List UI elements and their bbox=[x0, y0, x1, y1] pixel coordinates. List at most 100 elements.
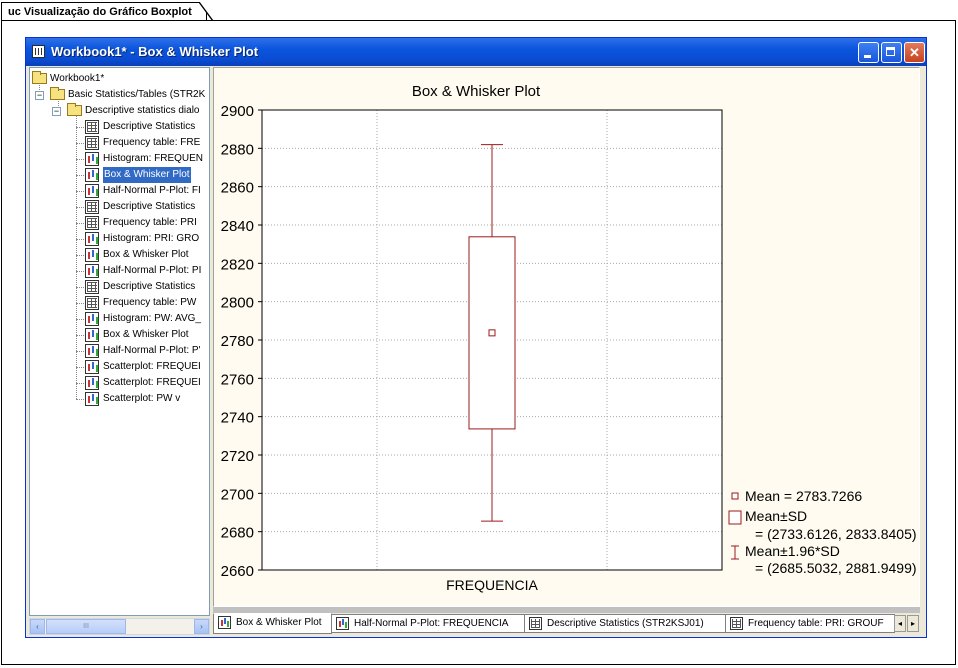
tree-item-label: Box & Whisker Plot bbox=[103, 249, 189, 260]
y-tick-label: 2860 bbox=[221, 180, 254, 197]
document-tab[interactable]: Box & Whisker Plot bbox=[213, 613, 332, 634]
tree-line bbox=[76, 223, 84, 224]
legend-sd-label: Mean±SD bbox=[745, 508, 807, 524]
tree-item[interactable]: Histogram: PRI: GRO bbox=[30, 231, 209, 247]
scroll-thumb[interactable]: III bbox=[46, 619, 126, 634]
y-tick-label: 2660 bbox=[221, 563, 254, 580]
tree-item[interactable]: Histogram: FREQUEN bbox=[30, 151, 209, 167]
grip-icon: III bbox=[83, 623, 89, 630]
tree-item-label: Box & Whisker Plot bbox=[103, 329, 189, 340]
tree-item-label: Descriptive statistics dialo bbox=[85, 105, 200, 116]
chevron-right-icon: › bbox=[200, 622, 203, 631]
workbook-window[interactable]: Workbook1* - Box & Whisker Plot ✕ Workbo… bbox=[25, 37, 927, 638]
tree-line bbox=[76, 191, 84, 192]
tree-item-label: Scatterplot: FREQUEI bbox=[103, 361, 201, 372]
tree-item[interactable]: Half-Normal P-Plot: FI bbox=[30, 183, 209, 199]
tree-item-label: Descriptive Statistics bbox=[103, 281, 196, 292]
tree-item[interactable]: Descriptive Statistics bbox=[30, 199, 209, 215]
tree-item[interactable]: Scatterplot: PW v bbox=[30, 391, 209, 407]
collapse-icon[interactable]: − bbox=[52, 107, 61, 116]
tree-item-label: Histogram: PW: AVG_ bbox=[103, 313, 201, 324]
tree-item[interactable]: Scatterplot: FREQUEI bbox=[30, 359, 209, 375]
table-icon bbox=[85, 136, 99, 150]
legend-mean-label: Mean = 2783.7266 bbox=[745, 488, 862, 504]
tree-item[interactable]: Histogram: PW: AVG_ bbox=[30, 311, 209, 327]
title-bar[interactable]: Workbook1* - Box & Whisker Plot ✕ bbox=[26, 38, 926, 66]
document-tab-label: Frequency table: PRI: GROUF bbox=[748, 618, 884, 629]
mean-marker bbox=[488, 329, 496, 337]
tree-item[interactable]: Descriptive Statistics bbox=[30, 279, 209, 295]
y-tick-label: 2680 bbox=[221, 525, 254, 542]
scroll-left-button[interactable]: ‹ bbox=[30, 619, 45, 634]
folder-icon bbox=[50, 87, 65, 100]
tree-item[interactable]: − Descriptive statistics dialo bbox=[30, 103, 209, 119]
tree-horizontal-scrollbar[interactable]: ‹ III › bbox=[29, 618, 210, 635]
tree-item[interactable]: Box & Whisker Plot bbox=[30, 167, 209, 183]
tree-line bbox=[76, 383, 84, 384]
tree-item[interactable]: Box & Whisker Plot bbox=[30, 247, 209, 263]
tree-item[interactable]: Descriptive Statistics bbox=[30, 119, 209, 135]
diagram-frame-tab: uc Visualização do Gráfico Boxplot bbox=[1, 2, 213, 21]
tree-item-label: Box & Whisker Plot bbox=[103, 167, 191, 183]
tree-item[interactable]: Half-Normal P-Plot: PI bbox=[30, 263, 209, 279]
table-icon bbox=[85, 200, 99, 214]
tree-item[interactable]: Frequency table: PRI bbox=[30, 215, 209, 231]
tree-item[interactable]: Frequency table: FRE bbox=[30, 135, 209, 151]
tree-item[interactable]: Box & Whisker Plot bbox=[30, 327, 209, 343]
y-tick-label: 2820 bbox=[221, 256, 254, 273]
minimize-button[interactable] bbox=[858, 42, 879, 63]
document-tab-strip: Frequency table: PRI: GROUF Descriptive S… bbox=[213, 613, 923, 634]
tree-item[interactable]: Workbook1* bbox=[30, 71, 209, 87]
tree-item[interactable]: Scatterplot: FREQUEI bbox=[30, 375, 209, 391]
tree-line bbox=[76, 335, 84, 336]
tree-item-label: Scatterplot: PW v bbox=[103, 393, 181, 404]
y-tick-label: 2840 bbox=[221, 218, 254, 235]
graph-icon bbox=[85, 184, 99, 198]
tab-prev-button[interactable]: ◂ bbox=[894, 615, 906, 632]
tree-item[interactable]: Half-Normal P-Plot: P' bbox=[30, 343, 209, 359]
table-icon bbox=[85, 280, 99, 294]
box-whisker-chart[interactable]: 2660 2680 2700 2720 2740 2760 2780 2800 2820 2840… bbox=[214, 68, 919, 606]
tree-line bbox=[76, 239, 84, 240]
document-tab-label: Descriptive Statistics (STR2KSJ01) bbox=[547, 618, 704, 629]
graph-icon bbox=[85, 168, 99, 182]
y-tick-label: 2760 bbox=[221, 371, 254, 388]
graph-icon bbox=[85, 360, 99, 374]
tree-item-label: Histogram: PRI: GRO bbox=[103, 233, 200, 244]
scroll-right-button[interactable]: › bbox=[194, 619, 209, 634]
collapse-icon[interactable]: − bbox=[35, 91, 44, 100]
document-tab[interactable]: Descriptive Statistics (STR2KSJ01) bbox=[524, 614, 726, 633]
graph-pane[interactable]: 2660 2680 2700 2720 2740 2760 2780 2800 2820 2840… bbox=[213, 67, 920, 607]
tab-next-button[interactable]: ▸ bbox=[907, 615, 919, 632]
chevron-right-icon: ▸ bbox=[910, 619, 915, 628]
tree-line bbox=[76, 399, 84, 400]
graph-icon bbox=[85, 344, 99, 358]
tree-item[interactable]: Frequency table: PW bbox=[30, 295, 209, 311]
tree-line bbox=[76, 271, 84, 272]
graph-icon bbox=[85, 264, 99, 278]
legend-whisker-range: = (2685.5032, 2881.9499) bbox=[755, 560, 917, 576]
tree-line bbox=[76, 127, 84, 128]
document-tab[interactable]: Half-Normal P-Plot: FREQUENCIA bbox=[331, 614, 525, 633]
close-button[interactable]: ✕ bbox=[904, 42, 925, 63]
legend-sd-range: = (2733.6126, 2833.8405) bbox=[755, 526, 917, 542]
maximize-button[interactable] bbox=[881, 42, 902, 63]
tree-line bbox=[76, 367, 84, 368]
y-tick-label: 2800 bbox=[221, 295, 254, 312]
tree-line bbox=[76, 159, 84, 160]
x-category-label: FREQUENCIA bbox=[446, 577, 538, 593]
folder-icon bbox=[32, 71, 47, 84]
tree-item-label: Frequency table: PRI bbox=[103, 217, 197, 228]
workbook-tree[interactable]: Workbook1* − Basic Statistics/Tables (STR2… bbox=[29, 67, 210, 616]
window-title: Workbook1* - Box & Whisker Plot bbox=[51, 44, 259, 59]
chart-title: Box & Whisker Plot bbox=[412, 83, 541, 100]
graph-icon bbox=[85, 328, 99, 342]
tree-line bbox=[76, 351, 84, 352]
tree-item[interactable]: − Basic Statistics/Tables (STR2K bbox=[30, 87, 209, 103]
tree-line bbox=[76, 303, 84, 304]
tree-item-label: Frequency table: FRE bbox=[103, 137, 201, 148]
chevron-left-icon: ‹ bbox=[36, 622, 39, 631]
table-icon bbox=[529, 617, 542, 630]
document-tab[interactable]: Frequency table: PRI: GROUF bbox=[725, 614, 895, 633]
graph-icon bbox=[85, 152, 99, 166]
